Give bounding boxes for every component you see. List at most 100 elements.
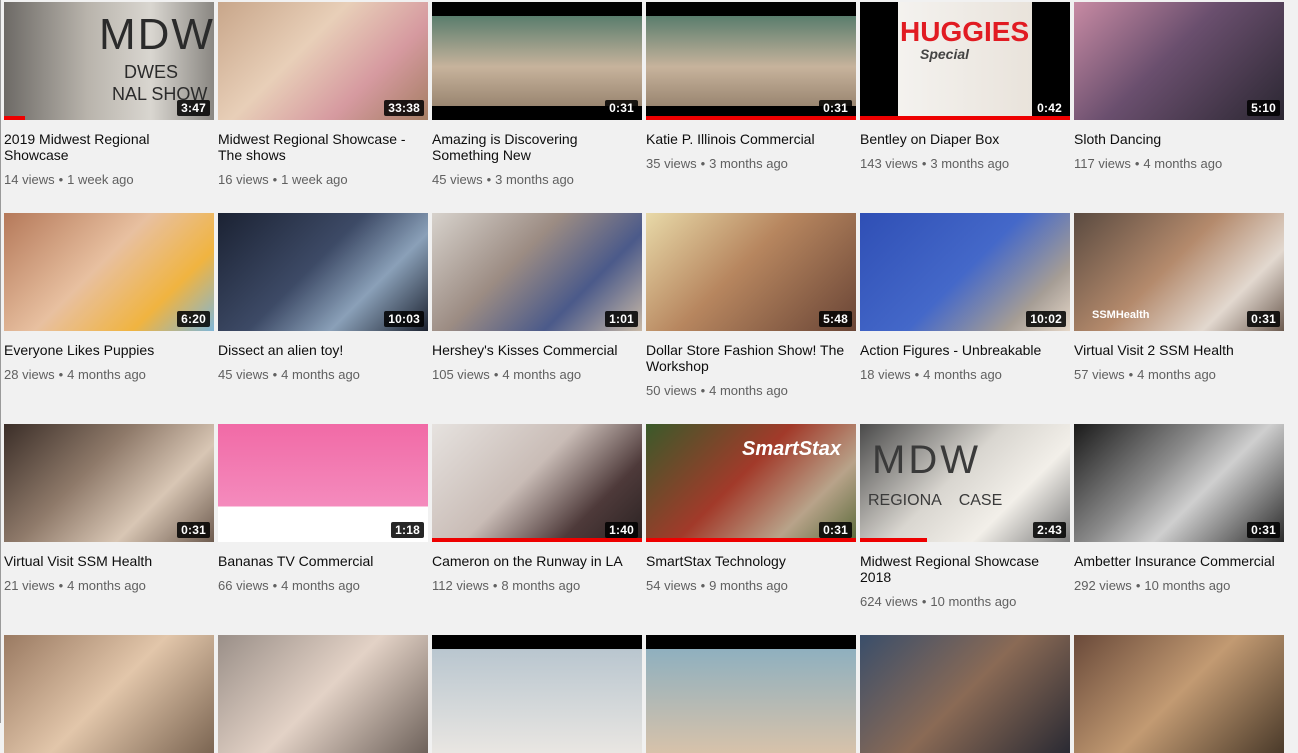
video-metadata: 292 views • 10 months ago xyxy=(1074,578,1284,594)
duration-badge: 0:31 xyxy=(1247,522,1280,538)
video-card[interactable]: 10:02 Action Figures - Unbreakable 18 view… xyxy=(860,213,1070,424)
duration-badge: 1:18 xyxy=(391,522,424,538)
view-count: 292 views xyxy=(1074,578,1132,593)
video-metadata: 14 views • 1 week ago xyxy=(4,172,214,188)
video-title[interactable]: Dissect an alien toy! xyxy=(218,342,428,358)
video-thumbnail[interactable]: 10:03 xyxy=(218,213,428,331)
video-card[interactable]: 33:38 Midwest Regional Showcase - The sho… xyxy=(218,2,428,213)
video-title[interactable]: Midwest Regional Showcase 2018 xyxy=(860,553,1070,585)
video-card[interactable]: 0:31 Amazing is Discovering Something New… xyxy=(432,2,642,213)
video-thumbnail[interactable]: 6:20 xyxy=(4,213,214,331)
video-thumbnail[interactable]: 5:10 xyxy=(1074,2,1284,120)
video-card[interactable] xyxy=(1074,635,1284,753)
separator-dot: • xyxy=(272,578,278,593)
video-thumbnail[interactable]: 1:01 xyxy=(432,213,642,331)
video-thumbnail[interactable] xyxy=(4,635,214,753)
video-card[interactable]: 0:31 Ambetter Insurance Commercial 292 vie… xyxy=(1074,424,1284,635)
video-metadata: 18 views • 4 months ago xyxy=(860,367,1070,383)
video-thumbnail[interactable]: 1:40 xyxy=(432,424,642,542)
view-count: 50 views xyxy=(646,383,697,398)
view-count: 35 views xyxy=(646,156,697,171)
view-count: 16 views xyxy=(218,172,269,187)
duration-badge: 1:01 xyxy=(605,311,638,327)
video-title[interactable]: Everyone Likes Puppies xyxy=(4,342,214,358)
video-card[interactable]: 0:31 Virtual Visit SSM Health 21 views • 4 m… xyxy=(4,424,214,635)
separator-dot: • xyxy=(700,383,706,398)
video-metadata: 28 views • 4 months ago xyxy=(4,367,214,383)
video-title[interactable]: Hershey's Kisses Commercial xyxy=(432,342,642,358)
video-card[interactable]: 1:01 Hershey's Kisses Commercial 105 views… xyxy=(432,213,642,424)
video-metadata: 624 views • 10 months ago xyxy=(860,594,1070,610)
video-thumbnail[interactable]: MDW REGIONA CASE 2:43 xyxy=(860,424,1070,542)
video-title[interactable]: Bananas TV Commercial xyxy=(218,553,428,569)
video-card[interactable]: MDW DWES NAL SHOW 3:47 2019 Midwest Regional… xyxy=(4,2,214,213)
video-title[interactable]: 2019 Midwest Regional Showcase xyxy=(4,131,214,163)
video-title[interactable]: Katie P. Illinois Commercial xyxy=(646,131,856,147)
video-card[interactable] xyxy=(432,635,642,753)
video-card[interactable] xyxy=(218,635,428,753)
video-card[interactable]: 6:20 Everyone Likes Puppies 28 views • 4 mon… xyxy=(4,213,214,424)
video-card[interactable]: 1:18 Bananas TV Commercial 66 views • 4 mont… xyxy=(218,424,428,635)
video-thumbnail[interactable]: 5:48 xyxy=(646,213,856,331)
thumbnail-text: DWES xyxy=(124,62,178,82)
video-card[interactable]: 5:48 Dollar Store Fashion Show! The Works… xyxy=(646,213,856,424)
duration-badge: 10:02 xyxy=(1026,311,1066,327)
upload-age: 4 months ago xyxy=(923,367,1002,382)
video-title[interactable]: Sloth Dancing xyxy=(1074,131,1284,147)
upload-age: 3 months ago xyxy=(495,172,574,187)
duration-badge: 3:47 xyxy=(177,100,210,116)
video-thumbnail[interactable] xyxy=(1074,635,1284,753)
video-thumbnail[interactable]: 0:31 xyxy=(646,2,856,120)
video-thumbnail[interactable]: HUGGIES Special 0:42 xyxy=(860,2,1070,120)
video-card[interactable]: SmartStax 0:31 SmartStax Technology 54 view… xyxy=(646,424,856,635)
video-card[interactable] xyxy=(4,635,214,753)
video-title[interactable]: Action Figures - Unbreakable xyxy=(860,342,1070,358)
video-card[interactable]: SSMHealth 0:31 Virtual Visit 2 SSM Health 5… xyxy=(1074,213,1284,424)
video-card[interactable]: 10:03 Dissect an alien toy! 45 views • 4 mon… xyxy=(218,213,428,424)
duration-badge: 0:31 xyxy=(819,100,852,116)
video-thumbnail[interactable]: SmartStax 0:31 xyxy=(646,424,856,542)
upload-age: 4 months ago xyxy=(281,578,360,593)
video-thumbnail[interactable] xyxy=(646,635,856,753)
video-thumbnail[interactable]: 0:31 xyxy=(432,2,642,120)
video-title[interactable]: Ambetter Insurance Commercial xyxy=(1074,553,1284,569)
video-title[interactable]: Amazing is Discovering Something New xyxy=(432,131,642,163)
video-card[interactable] xyxy=(860,635,1070,753)
video-thumbnail[interactable] xyxy=(218,635,428,753)
video-thumbnail[interactable]: 1:18 xyxy=(218,424,428,542)
video-card[interactable]: 1:40 Cameron on the Runway in LA 112 views… xyxy=(432,424,642,635)
upload-age: 3 months ago xyxy=(709,156,788,171)
view-count: 624 views xyxy=(860,594,918,609)
video-metadata: 105 views • 4 months ago xyxy=(432,367,642,383)
separator-dot: • xyxy=(1135,578,1141,593)
thumbnail-text: MDW xyxy=(872,438,981,482)
video-card[interactable]: MDW REGIONA CASE 2:43 Midwest Regional Show… xyxy=(860,424,1070,635)
separator-dot: • xyxy=(272,172,278,187)
video-card[interactable]: 0:31 Katie P. Illinois Commercial 35 views… xyxy=(646,2,856,213)
video-thumbnail[interactable]: 33:38 xyxy=(218,2,428,120)
video-thumbnail[interactable] xyxy=(860,635,1070,753)
video-title[interactable]: Midwest Regional Showcase - The shows xyxy=(218,131,428,163)
video-thumbnail[interactable]: 0:31 xyxy=(4,424,214,542)
video-card[interactable]: HUGGIES Special 0:42 Bentley on Diaper Box 1… xyxy=(860,2,1070,213)
video-title[interactable]: SmartStax Technology xyxy=(646,553,856,569)
video-thumbnail[interactable]: 0:31 xyxy=(1074,424,1284,542)
view-count: 54 views xyxy=(646,578,697,593)
video-card[interactable]: 5:10 Sloth Dancing 117 views • 4 months ago xyxy=(1074,2,1284,213)
video-thumbnail[interactable] xyxy=(432,635,642,753)
video-title[interactable]: Dollar Store Fashion Show! The Workshop xyxy=(646,342,856,374)
watch-progress-bar xyxy=(860,538,928,542)
video-title[interactable]: Virtual Visit 2 SSM Health xyxy=(1074,342,1284,358)
view-count: 57 views xyxy=(1074,367,1125,382)
video-metadata: 16 views • 1 week ago xyxy=(218,172,428,188)
video-thumbnail[interactable]: SSMHealth 0:31 xyxy=(1074,213,1284,331)
video-title[interactable]: Cameron on the Runway in LA xyxy=(432,553,642,569)
video-title[interactable]: Bentley on Diaper Box xyxy=(860,131,1070,147)
separator-dot: • xyxy=(1134,156,1140,171)
video-thumbnail[interactable]: MDW DWES NAL SHOW 3:47 xyxy=(4,2,214,120)
video-thumbnail[interactable]: 10:02 xyxy=(860,213,1070,331)
video-title[interactable]: Virtual Visit SSM Health xyxy=(4,553,214,569)
duration-badge: 1:40 xyxy=(605,522,638,538)
thumbnail-text: HUGGIES xyxy=(900,16,1030,47)
video-card[interactable] xyxy=(646,635,856,753)
